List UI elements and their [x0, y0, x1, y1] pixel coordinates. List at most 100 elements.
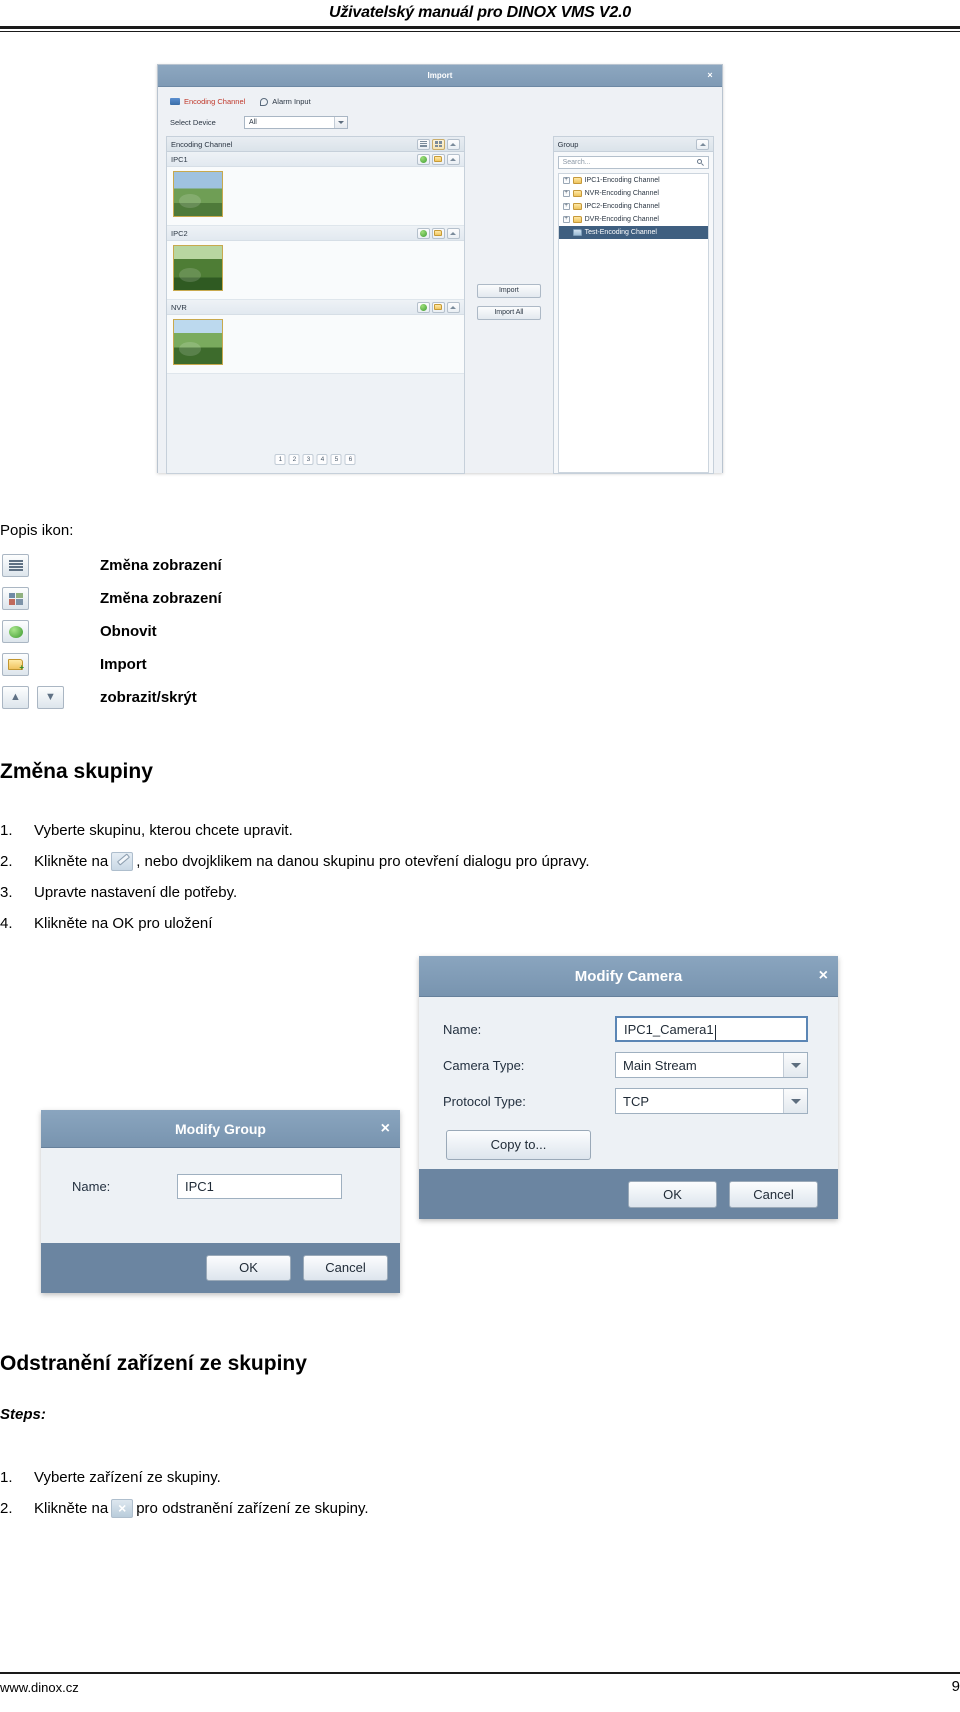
step-text-before: Klikněte na OK pro uložení [34, 915, 213, 932]
modify-group-footer: OK Cancel [41, 1243, 400, 1293]
copy-to-button[interactable]: Copy to... [446, 1130, 591, 1160]
step-text-before: Klikněte na [34, 1500, 109, 1517]
list-view-icon[interactable] [416, 138, 430, 150]
protocol-type-value: TCP [623, 1093, 649, 1109]
tab-alarm-input[interactable]: Alarm Input [259, 97, 311, 106]
step-item: 1. Vyberte zařízení ze skupiny. [0, 1462, 720, 1493]
import-dialog-title: Import [427, 71, 453, 80]
legend-row-grid-view: Změna zobrazení [0, 582, 420, 615]
camera-type-select[interactable]: Main Stream [615, 1052, 808, 1078]
cancel-button[interactable]: Cancel [303, 1255, 388, 1281]
device-header-ipc2: IPC2 [167, 226, 464, 241]
chevron-up-icon[interactable] [446, 138, 460, 150]
legend-label: Změna zobrazení [100, 557, 222, 574]
page-button[interactable]: 5 [330, 454, 342, 465]
legend-row-list-view: Změna zobrazení [0, 549, 420, 582]
group-item-ipc2[interactable]: + IPC2-Encoding Channel [559, 200, 708, 213]
modify-group-dialog: Modify Group × Name: IPC1 OK Cancel [41, 1110, 400, 1293]
page-button[interactable]: 1 [274, 454, 286, 465]
group-item-label: IPC2-Encoding Channel [584, 203, 660, 210]
page-header: Uživatelský manuál pro DINOX VMS V2.0 [0, 0, 960, 32]
chevron-up-icon[interactable] [446, 153, 460, 165]
page-button[interactable]: 4 [316, 454, 328, 465]
steps-remove-device: 1. Vyberte zařízení ze skupiny. 2. Klikn… [0, 1462, 720, 1524]
icon-legend-heading: Popis ikon: [0, 522, 74, 539]
legend-icons: ▲ ▼ [0, 686, 100, 709]
device-section-ipc1: IPC1 [167, 152, 464, 226]
close-icon[interactable]: × [704, 69, 716, 81]
grid-view-icon[interactable] [431, 138, 445, 150]
camera-thumbnail[interactable] [173, 319, 223, 365]
refresh-icon[interactable] [416, 227, 430, 239]
section-heading-remove-device: Odstranění zařízení ze skupiny [0, 1352, 307, 1375]
page-button[interactable]: 3 [302, 454, 314, 465]
group-name-input[interactable]: IPC1 [177, 1174, 342, 1199]
import-tabs: Encoding Channel Alarm Input [166, 93, 714, 109]
ok-button[interactable]: OK [206, 1255, 291, 1281]
expand-icon[interactable]: + [562, 216, 570, 223]
import-columns: Encoding Channel IPC1 IPC2 NVR 1 2 3 4 5… [166, 136, 714, 474]
select-device-label: Select Device [170, 118, 216, 127]
ok-button[interactable]: OK [628, 1180, 717, 1208]
group-item-nvr[interactable]: + NVR-Encoding Channel [559, 187, 708, 200]
camera-type-label: Camera Type: [443, 1057, 525, 1073]
device-thumbnails-ipc2 [167, 241, 464, 299]
group-panel-wrap: Group Search... + IPC1-Encoding Channel [552, 136, 714, 474]
page-footer: www.dinox.cz 9 [0, 1672, 960, 1712]
alarm-input-icon [259, 97, 269, 106]
list-view-icon [2, 554, 29, 577]
page-button[interactable]: 6 [344, 454, 356, 465]
name-input[interactable]: IPC1_Camera1 [615, 1016, 808, 1042]
legend-icons [0, 620, 100, 643]
grid-view-icon [2, 587, 29, 610]
camera-type-value: Main Stream [623, 1057, 697, 1073]
step-text: Klikněte na pro odstranění zařízení ze s… [34, 1493, 369, 1524]
legend-row-refresh: Obnovit [0, 615, 420, 648]
page-button[interactable]: 2 [288, 454, 300, 465]
field-row-group-name: Name: IPC1 [72, 1174, 400, 1199]
chevron-down-icon[interactable] [783, 1053, 807, 1077]
import-button[interactable]: Import [476, 284, 541, 298]
import-folder-icon[interactable] [431, 153, 445, 165]
chevron-down-icon[interactable] [334, 117, 347, 128]
import-folder-icon[interactable] [431, 301, 445, 313]
name-label: Name: [443, 1021, 482, 1037]
cancel-button[interactable]: Cancel [729, 1180, 818, 1208]
modify-group-title: Modify Group [175, 1121, 266, 1137]
group-search-input[interactable]: Search... [557, 156, 709, 169]
legend-label: zobrazit/skrýt [100, 689, 197, 706]
modify-camera-body: Name: IPC1_Camera1 Camera Type: Main Str… [419, 997, 838, 1169]
camera-thumbnail[interactable] [173, 245, 223, 291]
chevron-down-icon[interactable] [783, 1089, 807, 1113]
search-icon[interactable] [697, 159, 705, 167]
camera-thumbnail[interactable] [173, 171, 223, 217]
chevron-up-icon[interactable] [696, 138, 709, 150]
group-item-dvr[interactable]: + DVR-Encoding Channel [559, 213, 708, 226]
protocol-type-select[interactable]: TCP [615, 1088, 808, 1114]
import-folder-icon[interactable] [431, 227, 445, 239]
tab-encoding-channel[interactable]: Encoding Channel [170, 97, 245, 106]
step-text-after: pro odstranění zařízení ze skupiny. [136, 1500, 369, 1517]
legend-label: Obnovit [100, 623, 157, 640]
step-number: 3. [0, 884, 13, 901]
expand-icon[interactable]: + [562, 190, 570, 197]
close-icon[interactable]: × [819, 968, 828, 984]
step-text-before: Vyberte zařízení ze skupiny. [34, 1469, 221, 1486]
step-text: Vyberte skupinu, kterou chcete upravit. [34, 815, 293, 846]
device-name-nvr: NVR [171, 302, 187, 312]
select-device-dropdown[interactable]: All [244, 116, 348, 129]
close-icon[interactable]: × [381, 1120, 390, 1137]
chevron-up-icon[interactable] [446, 301, 460, 313]
group-item-ipc1[interactable]: + IPC1-Encoding Channel [559, 174, 708, 187]
refresh-icon[interactable] [416, 153, 430, 165]
group-item-test[interactable]: Test-Encoding Channel [558, 226, 708, 239]
group-tree-list: + IPC1-Encoding Channel + NVR-Encoding C… [557, 173, 709, 473]
refresh-icon[interactable] [416, 301, 430, 313]
expand-icon[interactable]: + [562, 177, 570, 184]
chevron-up-icon[interactable] [446, 227, 460, 239]
expand-icon[interactable]: + [562, 203, 570, 210]
group-item-label: DVR-Encoding Channel [584, 216, 659, 223]
import-all-button[interactable]: Import All [476, 306, 541, 320]
chip-icon [170, 97, 180, 105]
step-item: 2. Klikněte na pro odstranění zařízení z… [0, 1493, 720, 1524]
